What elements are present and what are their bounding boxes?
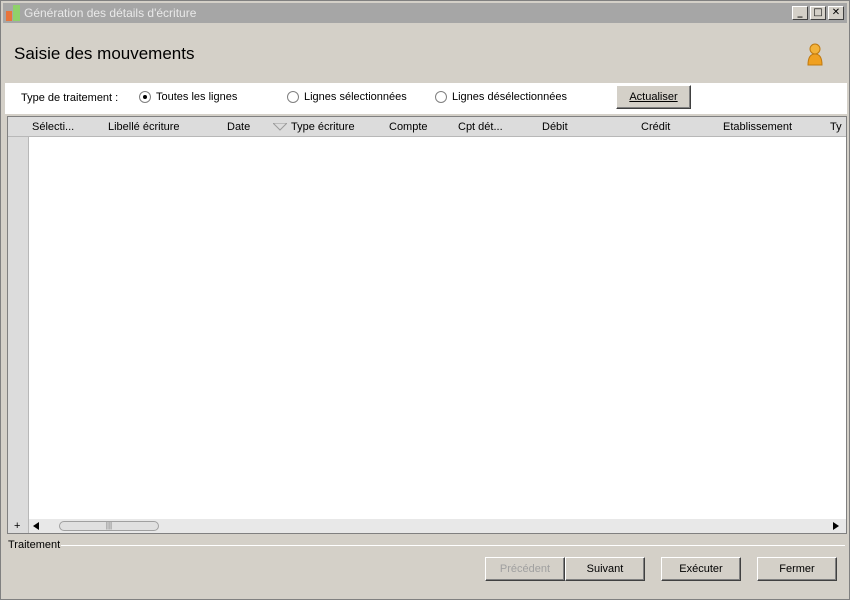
- title-bar[interactable]: Génération des détails d'écriture _ □ ✕: [3, 3, 847, 23]
- processing-type-label: Type de traitement :: [21, 92, 119, 104]
- execute-button[interactable]: Exécuter: [661, 557, 741, 581]
- processing-status-label: Traitement: [8, 539, 61, 551]
- radio-all-lines[interactable]: Toutes les lignes: [139, 91, 237, 103]
- radio-selected-lines[interactable]: Lignes sélectionnées: [287, 91, 407, 103]
- main-window: Génération des détails d'écriture _ □ ✕ …: [0, 0, 850, 600]
- page-header: Saisie des mouvements: [5, 23, 847, 83]
- close-dialog-button[interactable]: Fermer: [757, 557, 837, 581]
- column-header-credit[interactable]: Crédit: [641, 121, 670, 133]
- radio-selected-lines-label: Lignes sélectionnées: [304, 91, 407, 103]
- column-header-establishment[interactable]: Etablissement: [723, 121, 792, 133]
- horizontal-scrollbar[interactable]: + |||: [14, 519, 846, 533]
- column-header-account[interactable]: Compte: [389, 121, 428, 133]
- scrollbar-grip-icon: |||: [105, 521, 113, 530]
- window-controls: _ □ ✕: [792, 6, 844, 20]
- radio-dot-icon: [139, 91, 151, 103]
- column-header-date[interactable]: Date: [227, 121, 250, 133]
- entries-grid: Sélecti... Libellé écriture Date Type éc…: [7, 116, 847, 534]
- refresh-button[interactable]: Actualiser: [616, 85, 691, 109]
- grid-body[interactable]: [29, 137, 846, 519]
- radio-deselected-lines[interactable]: Lignes désélectionnées: [435, 91, 567, 103]
- maximize-button[interactable]: □: [810, 6, 826, 20]
- status-divider: [61, 545, 845, 546]
- user-icon[interactable]: [806, 43, 824, 67]
- column-header-entry-label[interactable]: Libellé écriture: [108, 121, 180, 133]
- radio-all-lines-label: Toutes les lignes: [156, 91, 238, 103]
- scroll-left-icon[interactable]: [33, 522, 39, 530]
- column-header-type[interactable]: Ty: [830, 121, 844, 133]
- app-icon: [6, 5, 20, 21]
- radio-dot-icon: [287, 91, 299, 103]
- window-title: Génération des détails d'écriture: [24, 6, 197, 20]
- next-button[interactable]: Suivant: [565, 557, 645, 581]
- scroll-right-icon[interactable]: [833, 522, 839, 530]
- column-header-entry-type[interactable]: Type écriture: [291, 121, 355, 133]
- column-header-detail-account[interactable]: Cpt dét...: [458, 121, 503, 133]
- row-indicator-column: [8, 117, 29, 533]
- radio-dot-icon: [435, 91, 447, 103]
- filter-bar: Type de traitement : Toutes les lignes L…: [5, 83, 847, 114]
- add-row-button[interactable]: +: [14, 520, 20, 532]
- grid-header: Sélecti... Libellé écriture Date Type éc…: [8, 117, 846, 137]
- minimize-button[interactable]: _: [792, 6, 808, 20]
- column-header-debit[interactable]: Débit: [542, 121, 568, 133]
- close-button[interactable]: ✕: [828, 6, 844, 20]
- scrollbar-thumb[interactable]: |||: [59, 521, 159, 531]
- filter-icon[interactable]: [273, 123, 287, 131]
- page-title: Saisie des mouvements: [14, 44, 195, 63]
- radio-deselected-lines-label: Lignes désélectionnées: [452, 91, 567, 103]
- previous-button[interactable]: Précédent: [485, 557, 565, 581]
- column-header-selection[interactable]: Sélecti...: [32, 121, 74, 133]
